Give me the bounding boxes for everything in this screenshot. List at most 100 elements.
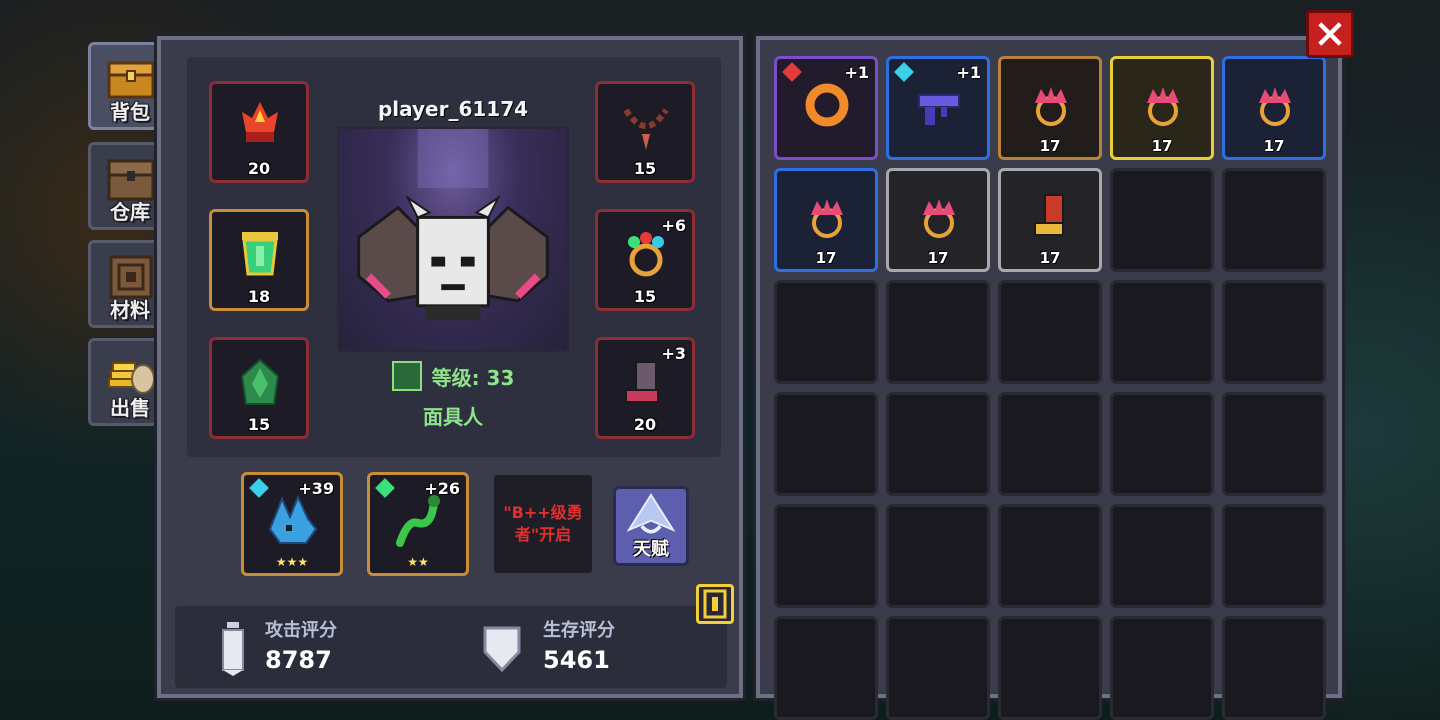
empty-inventory-slot[interactable] bbox=[1110, 504, 1214, 608]
inventory-item[interactable]: 17 bbox=[886, 168, 990, 272]
tab-backpack-label: 背包 bbox=[110, 100, 150, 124]
tab-storage-label: 仓库 bbox=[110, 200, 150, 224]
empty-inventory-slot[interactable] bbox=[1110, 392, 1214, 496]
item-level: 17 bbox=[815, 249, 837, 267]
tab-sell-label: 出售 bbox=[110, 396, 150, 420]
inventory-item[interactable]: 17 bbox=[998, 168, 1102, 272]
character-area: 20 18 15 player_61174 等级: 33 面具人 15 +6 1… bbox=[187, 57, 721, 457]
red-boot-icon bbox=[1034, 194, 1064, 236]
empty-inventory-slot[interactable] bbox=[1110, 616, 1214, 720]
purple-smg-icon bbox=[918, 94, 960, 125]
empty-inventory-slot[interactable] bbox=[998, 392, 1102, 496]
level-row: 等级: 33 bbox=[337, 361, 569, 391]
pet-stars: ★★ bbox=[407, 555, 429, 569]
survival-score: 生存评分 5461 bbox=[543, 616, 615, 674]
equip-level: 15 bbox=[247, 415, 271, 434]
equip-slot-necklace[interactable]: 15 bbox=[595, 81, 695, 183]
survival-score-label: 生存评分 bbox=[543, 620, 615, 641]
empty-inventory-slot[interactable] bbox=[998, 616, 1102, 720]
empty-inventory-slot[interactable] bbox=[886, 392, 990, 496]
character-class: 面具人 bbox=[423, 405, 483, 429]
empty-inventory-slot[interactable] bbox=[1110, 280, 1214, 384]
blue-dragon-icon bbox=[268, 494, 318, 544]
info-icon bbox=[703, 589, 727, 619]
attack-score-label: 攻击评分 bbox=[265, 620, 337, 641]
shield-icon bbox=[483, 626, 521, 672]
item-level: 17 bbox=[1263, 137, 1285, 155]
level-icon bbox=[391, 361, 422, 391]
inventory-item[interactable]: 17 bbox=[998, 56, 1102, 160]
pink-crown-ring-icon bbox=[923, 199, 955, 238]
empty-inventory-slot[interactable] bbox=[1110, 168, 1214, 272]
empty-inventory-slot[interactable] bbox=[886, 504, 990, 608]
empty-inventory-slot[interactable] bbox=[774, 504, 878, 608]
survival-score-value: 5461 bbox=[543, 646, 610, 674]
locked-line-2: 者"开启 bbox=[514, 525, 572, 544]
inventory-item[interactable]: +1 bbox=[774, 56, 878, 160]
item-level: 17 bbox=[927, 249, 949, 267]
talent-button[interactable]: 天赋 bbox=[613, 486, 689, 566]
equip-slot-helmet[interactable]: 20 bbox=[209, 81, 309, 183]
equip-slot-boots[interactable]: +3 20 bbox=[595, 337, 695, 439]
green-armor-icon bbox=[242, 232, 278, 276]
close-icon bbox=[1318, 22, 1342, 46]
equip-level: 15 bbox=[633, 159, 657, 178]
empty-inventory-slot[interactable] bbox=[1222, 392, 1326, 496]
green-cloak-icon bbox=[240, 358, 280, 405]
attack-score-value: 8787 bbox=[265, 646, 332, 674]
inventory-item[interactable]: 17 bbox=[774, 168, 878, 272]
sword-icon bbox=[222, 622, 244, 676]
flame-crown-icon bbox=[242, 102, 278, 142]
pink-crown-ring-icon bbox=[1259, 87, 1291, 126]
equip-level: 15 bbox=[633, 287, 657, 306]
pink-crown-ring-icon bbox=[1035, 87, 1067, 126]
pet-slot-2[interactable]: +26 ★★ bbox=[367, 472, 469, 576]
empty-inventory-slot[interactable] bbox=[1222, 504, 1326, 608]
inventory-item[interactable]: +1 bbox=[886, 56, 990, 160]
empty-inventory-slot[interactable] bbox=[774, 616, 878, 720]
score-bar: 攻击评分 8787 生存评分 5461 bbox=[175, 606, 727, 688]
empty-inventory-slot[interactable] bbox=[1222, 280, 1326, 384]
inventory-panel: +1 +1 17 17 17 17 17 17 bbox=[753, 33, 1345, 720]
character-level: 等级: 33 bbox=[431, 365, 515, 390]
tab-materials-label: 材料 bbox=[110, 298, 150, 322]
empty-inventory-slot[interactable] bbox=[886, 616, 990, 720]
equip-level: 20 bbox=[633, 415, 657, 434]
character-portrait bbox=[337, 127, 569, 352]
close-button[interactable] bbox=[1306, 10, 1354, 58]
empty-inventory-slot[interactable] bbox=[998, 504, 1102, 608]
locked-line-1: "B++级勇 bbox=[503, 503, 583, 522]
player-name: player_61174 bbox=[377, 97, 529, 121]
info-button[interactable] bbox=[696, 584, 734, 624]
locked-slot-text: "B++级勇 者"开启 bbox=[503, 502, 582, 546]
gem-ring-icon bbox=[628, 232, 664, 277]
boots-icon bbox=[625, 361, 659, 403]
equip-slot-armor[interactable]: 18 bbox=[209, 209, 309, 311]
pink-crown-ring-icon bbox=[811, 199, 843, 238]
empty-inventory-slot[interactable] bbox=[1222, 616, 1326, 720]
attack-score: 攻击评分 8787 bbox=[265, 616, 337, 674]
equip-level: 18 bbox=[247, 287, 271, 306]
pet-slot-1[interactable]: +39 ★★★ bbox=[241, 472, 343, 576]
empty-inventory-slot[interactable] bbox=[998, 280, 1102, 384]
orange-donut-ring-icon bbox=[805, 83, 849, 127]
talent-label: 天赋 bbox=[633, 539, 669, 560]
green-serpent-icon bbox=[396, 495, 440, 547]
masked-bat-character-icon bbox=[357, 129, 549, 320]
item-level: 17 bbox=[1151, 137, 1173, 155]
character-panel: 20 18 15 player_61174 等级: 33 面具人 15 +6 1… bbox=[154, 33, 746, 701]
equip-level: 20 bbox=[247, 159, 271, 178]
empty-inventory-slot[interactable] bbox=[886, 280, 990, 384]
item-level: 17 bbox=[1039, 249, 1061, 267]
empty-inventory-slot[interactable] bbox=[1222, 168, 1326, 272]
inventory-item[interactable]: 17 bbox=[1222, 56, 1326, 160]
equip-slot-ring[interactable]: +6 15 bbox=[595, 209, 695, 311]
locked-pet-slot: "B++级勇 者"开启 bbox=[491, 472, 595, 576]
item-level: 17 bbox=[1039, 137, 1061, 155]
inventory-item[interactable]: 17 bbox=[1110, 56, 1214, 160]
pet-stars: ★★★ bbox=[275, 555, 309, 569]
bead-necklace-icon bbox=[623, 108, 669, 150]
empty-inventory-slot[interactable] bbox=[774, 392, 878, 496]
empty-inventory-slot[interactable] bbox=[774, 280, 878, 384]
equip-slot-cloak[interactable]: 15 bbox=[209, 337, 309, 439]
